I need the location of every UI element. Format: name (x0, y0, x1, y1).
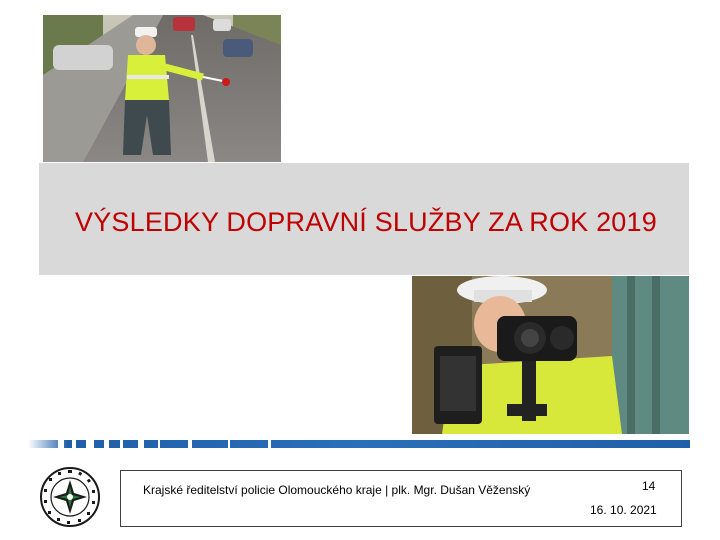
page-number: 14 (642, 479, 656, 493)
police-star-emblem-icon (39, 466, 101, 528)
traffic-officer-photo (43, 15, 281, 162)
slide-title: VÝSLEDKY DOPRAVNÍ SLUŽBY ZA ROK 2019 (75, 207, 657, 237)
radar-officer-photo (412, 276, 689, 434)
decorative-stripe (28, 436, 690, 452)
footer-organization: Krajské ředitelství policie Olomouckého … (143, 483, 531, 497)
footer-date: 16. 10. 2021 (590, 503, 657, 517)
footer-box (120, 470, 682, 527)
